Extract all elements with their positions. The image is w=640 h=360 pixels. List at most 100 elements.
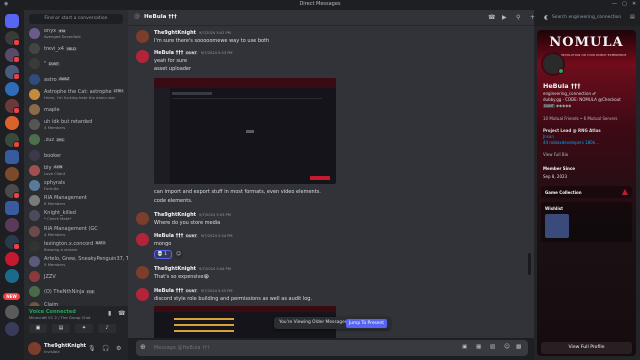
dm-item[interactable]: RIA Management 8 Members [27, 194, 125, 208]
message-author[interactable]: HeBula ††† [154, 233, 183, 239]
add-friend-icon[interactable]: + [530, 14, 535, 21]
jump-to-present-button[interactable]: Jump To Present [346, 318, 387, 328]
server-icon[interactable] [5, 48, 20, 63]
message-text: mongo [154, 241, 172, 247]
voice-channel[interactable]: Minecraft VC 2 / The Group Chat [29, 315, 91, 320]
dm-item[interactable]: JZZV [27, 270, 125, 284]
disconnect-icon[interactable]: ☎ [118, 310, 125, 317]
headphones-icon[interactable]: 🎧 [102, 345, 109, 352]
mutuals-text[interactable]: 10 Mutual Friends • 6 Mutual Servers [543, 116, 618, 121]
dm-item[interactable]: trevi_x4 VBLD [27, 42, 125, 56]
game-collection-box[interactable]: Game Collection ▲ [541, 186, 632, 198]
server-icon[interactable] [5, 133, 20, 148]
server-icon[interactable] [5, 218, 19, 232]
sticker-icon[interactable]: ▧ [490, 344, 495, 350]
attached-image[interactable] [154, 78, 336, 184]
dm-item[interactable]: maple [27, 103, 125, 117]
dm-item[interactable]: RIA Management (GC 4 Members [27, 225, 125, 239]
reaction-skull[interactable]: 💀 1 [154, 250, 172, 259]
server-icon[interactable] [5, 269, 19, 283]
apps-icon[interactable]: ▩ [516, 344, 521, 350]
dm-item[interactable]: astro AWAZ [27, 73, 125, 87]
close-button[interactable]: ✕ [632, 1, 636, 7]
message-input[interactable]: Message @HeBula ††† [154, 345, 209, 351]
soundboard-button[interactable]: ♪ [98, 324, 116, 333]
avatar[interactable] [136, 233, 149, 246]
call-icon[interactable]: ☎ [488, 14, 495, 21]
dm-item[interactable]: bly AXIN Love Client [27, 164, 125, 178]
avatar[interactable] [136, 50, 149, 63]
microphone-icon[interactable]: 🎙 [88, 345, 96, 352]
folder-icon[interactable] [5, 201, 19, 215]
server-icon[interactable] [5, 252, 19, 266]
user-tag: VBLD [65, 46, 77, 51]
message-author[interactable]: HeBula ††† [154, 288, 183, 294]
dm-item[interactable]: Astrophe the Cat: astrophe LTRH Hmm, I'm … [27, 88, 125, 102]
dm-subtitle: Hmm, I'm fucking hate the damn war [44, 94, 116, 100]
camera-button[interactable]: ▣ [29, 324, 47, 333]
maximize-button[interactable]: ▢ [622, 1, 627, 7]
pin-icon[interactable]: ⚲ [516, 14, 520, 21]
new-badge[interactable]: NEW [3, 293, 20, 300]
message-author[interactable]: The9ghtKnight [154, 266, 196, 272]
avatar[interactable] [136, 266, 149, 279]
avatar[interactable] [541, 52, 565, 76]
dm-item[interactable]: (O) TheNthNinja FOE [27, 285, 125, 299]
message-text: can import and export stuff in most form… [154, 189, 321, 195]
dm-item[interactable]: Knight_killed * Check Mate* [27, 209, 125, 223]
server-icon[interactable] [5, 31, 20, 46]
dm-item[interactable]: Artelo, Grew, SneakyPenguin37, T... 5 Me… [27, 255, 133, 269]
wishlist-game-thumbnail[interactable] [545, 214, 569, 238]
signal-icon[interactable]: ▮ [108, 310, 111, 317]
server-icon[interactable] [5, 235, 20, 250]
emoji-icon[interactable]: ☺ [504, 344, 510, 350]
message-text: That's so expensive😭 [154, 274, 210, 280]
server-icon[interactable] [5, 305, 19, 319]
avatar[interactable] [136, 212, 149, 225]
dm-item[interactable]: onyx ★ta Avenged Sevenfold [27, 27, 125, 41]
server-icon[interactable] [5, 99, 20, 114]
dm-subtitle: Brewing a stream [44, 246, 78, 252]
attach-plus-icon[interactable]: ⊕ [140, 343, 146, 351]
inbox-icon[interactable]: ▤ [630, 14, 635, 20]
bio-link[interactable]: Jnsun [543, 134, 554, 139]
message-author[interactable]: The9ghtKnight [154, 212, 196, 218]
dm-subtitle: Love Client [44, 170, 66, 176]
message-author[interactable]: The9ghtKnight [154, 30, 196, 36]
server-icon[interactable] [5, 184, 20, 199]
screen-share-button[interactable]: ▤ [52, 324, 70, 333]
search-input[interactable]: Search engineering_connection [548, 13, 622, 23]
gear-icon[interactable]: ⚙ [116, 345, 121, 352]
chat-scrollbar[interactable] [528, 253, 531, 275]
view-full-bio-link[interactable]: View Full Bio [543, 152, 568, 157]
wishlist-box[interactable]: Wishlist [541, 202, 632, 242]
minimize-button[interactable]: — [612, 1, 617, 7]
gift-icon[interactable]: ▣ [462, 344, 467, 350]
dm-item[interactable]: sphyrals Fortnite [27, 179, 125, 193]
server-icon[interactable] [5, 65, 20, 80]
video-icon[interactable]: ▶ [502, 14, 507, 21]
avatar[interactable] [136, 288, 149, 301]
add-reaction-button[interactable]: ☺ [174, 250, 183, 259]
server-icon[interactable] [5, 82, 19, 96]
user-tag: NATO [94, 241, 107, 246]
server-icon[interactable] [5, 116, 19, 130]
dm-item[interactable]: uh idk but retarded 4 Members [27, 118, 125, 132]
gif-icon[interactable]: ▦ [476, 344, 481, 350]
dm-item[interactable]: .zuz ZHS [27, 133, 125, 147]
view-full-profile-button[interactable]: View Full Profile [541, 342, 632, 354]
find-conversation-search[interactable]: Find or start a conversation [29, 14, 123, 24]
message-author[interactable]: HeBula ††† [154, 50, 183, 56]
server-rail: NEW [0, 10, 24, 360]
avatar[interactable] [136, 30, 149, 43]
dm-item[interactable]: booker [27, 149, 125, 163]
home-button[interactable] [5, 14, 19, 28]
activity-button[interactable]: ✦ [75, 324, 93, 333]
bio-link[interactable]: 44 robloxdevelopers 180k... [543, 140, 599, 145]
dm-item[interactable]: " DUNT [27, 57, 125, 71]
server-icon[interactable] [5, 167, 19, 181]
avatar[interactable] [28, 342, 41, 355]
dm-item[interactable]: lexington.x.concord NATO Brewing a stream [27, 240, 125, 254]
folder-icon[interactable] [5, 150, 19, 164]
server-icon[interactable] [5, 322, 19, 336]
